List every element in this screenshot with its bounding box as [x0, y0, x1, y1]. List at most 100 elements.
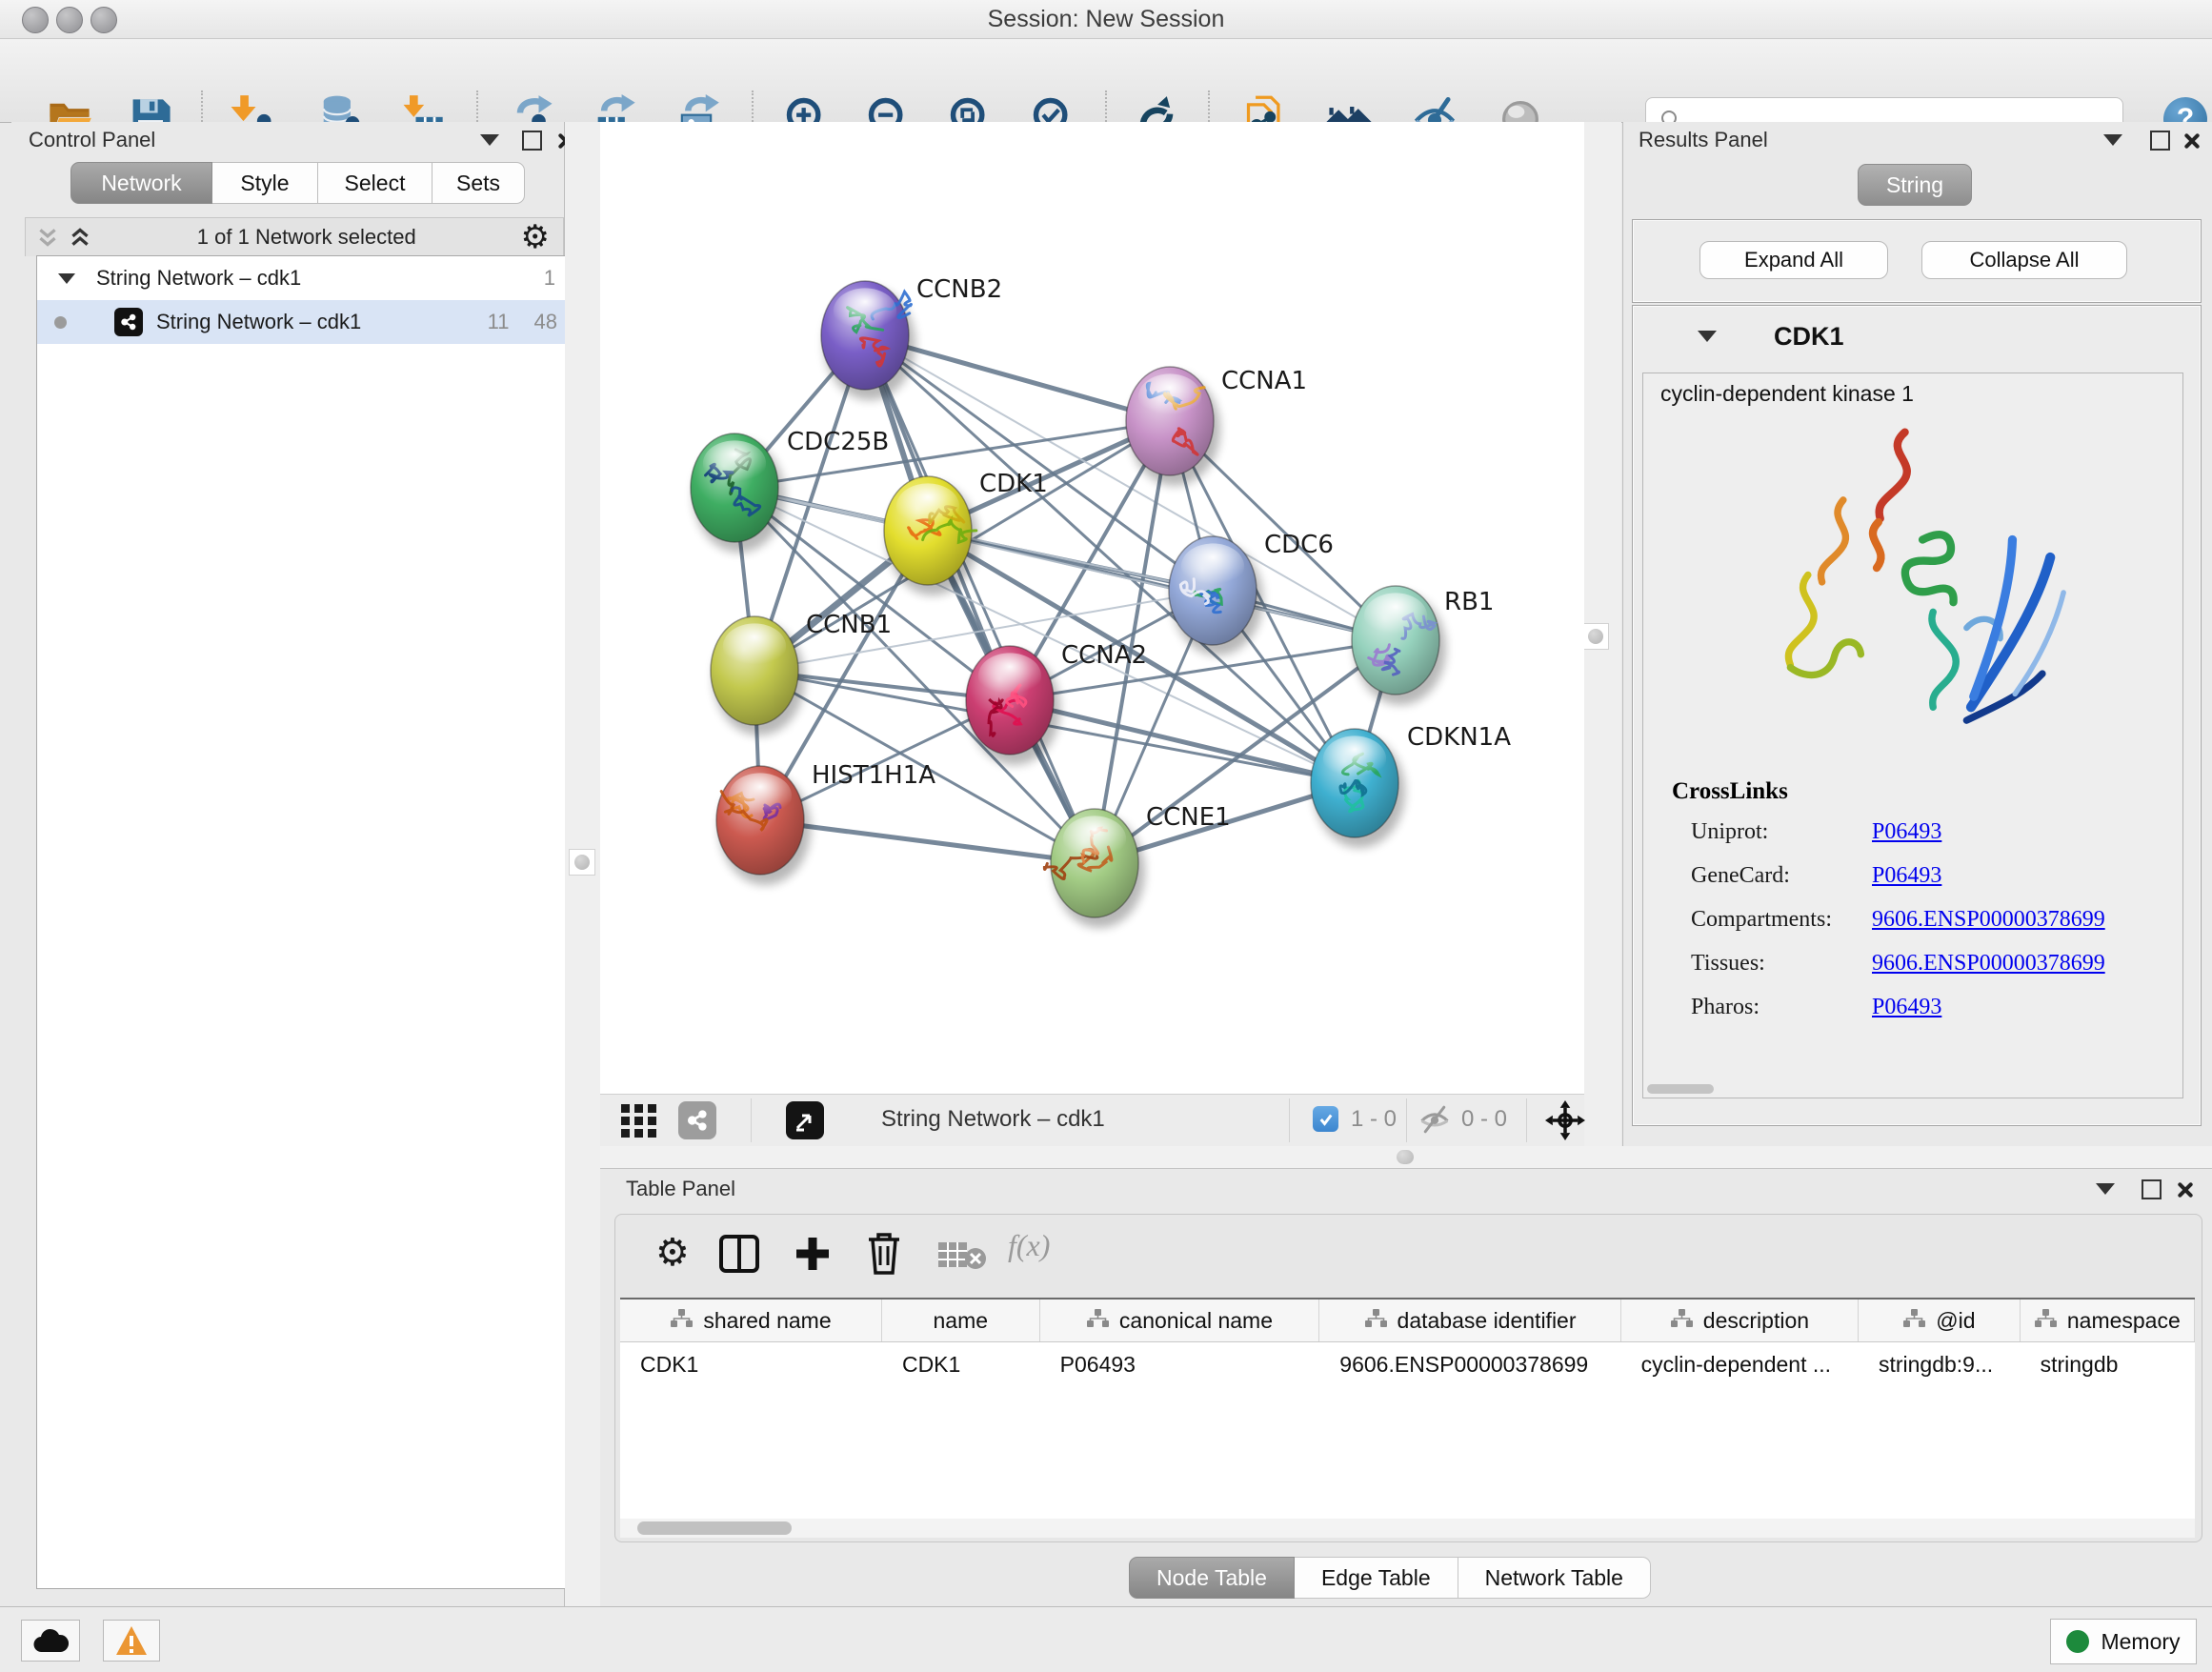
tab-style[interactable]: Style — [212, 162, 318, 204]
table-cell: CDK1 — [620, 1342, 882, 1386]
pan-crosshair-icon[interactable] — [1545, 1100, 1585, 1145]
control-panel-float-icon[interactable] — [522, 131, 542, 151]
column-header-database-identifier[interactable]: database identifier — [1319, 1299, 1620, 1341]
tab-string[interactable]: String — [1858, 164, 1972, 206]
column-header-shared-name[interactable]: shared name — [620, 1299, 882, 1341]
cloud-status-button[interactable] — [21, 1620, 80, 1662]
status-bar: Memory — [0, 1606, 2212, 1672]
table-row[interactable]: CDK1CDK1P064939606.ENSP00000378699cyclin… — [620, 1342, 2195, 1386]
network-node[interactable] — [1352, 586, 1446, 705]
hidden-elements-icon[interactable] — [1418, 1105, 1452, 1138]
table-panel-float-icon[interactable] — [2142, 1179, 2162, 1199]
column-header-name[interactable]: name — [882, 1299, 1040, 1341]
crosslink-link[interactable]: 9606.ENSP00000378699 — [1872, 907, 2105, 933]
network-node[interactable] — [711, 616, 805, 735]
network-collection-row[interactable]: String Network – cdk1 1 — [37, 256, 573, 300]
crosslink-link[interactable]: P06493 — [1872, 819, 1941, 845]
crosslink-label: Pharos: — [1691, 995, 1760, 1019]
crosslink-label: Tissues: — [1691, 951, 1765, 976]
table-panel-menu-icon[interactable] — [2096, 1183, 2115, 1195]
warning-icon — [115, 1625, 148, 1656]
protein-structure-image — [1686, 416, 2115, 769]
tab-network[interactable]: Network — [70, 162, 212, 204]
left-splitter-handle[interactable] — [569, 849, 595, 876]
memory-button[interactable]: Memory — [2050, 1619, 2197, 1664]
horizontal-splitter-handle[interactable] — [1397, 1150, 1414, 1164]
table-cell: P06493 — [1040, 1342, 1320, 1386]
tab-network-table[interactable]: Network Table — [1458, 1557, 1651, 1599]
node-table: shared namename canonical name database id… — [620, 1298, 2195, 1519]
collection-expand-icon[interactable] — [58, 273, 75, 284]
network-node[interactable] — [1311, 729, 1405, 848]
network-node[interactable] — [821, 281, 915, 400]
table-panel: Table Panel ⚙ f(x) shared namenamecanoni… — [600, 1168, 2212, 1607]
network-options-gear-icon[interactable]: ⚙ — [521, 221, 550, 253]
create-column-icon[interactable] — [793, 1234, 833, 1274]
crosslink-link[interactable]: P06493 — [1872, 995, 1941, 1020]
column-header-label: canonical name — [1119, 1308, 1273, 1334]
network-row-selected[interactable]: String Network – cdk1 11 48 — [37, 300, 573, 344]
collapse-all-button[interactable]: Collapse All — [1921, 241, 2127, 279]
results-panel-close-icon[interactable] — [2182, 132, 2200, 150]
results-buttons-box: Expand All Collapse All — [1632, 219, 2202, 303]
toolbar-separator — [1406, 1098, 1407, 1142]
node-label: CDC6 — [1264, 531, 1334, 559]
expand-all-icon[interactable] — [68, 225, 92, 250]
network-node[interactable] — [691, 433, 785, 553]
toolbar-separator — [1526, 1098, 1527, 1142]
crosslinks-scrollbar-thumb[interactable] — [1647, 1084, 1714, 1094]
results-panel: Results Panel String Expand All Collapse… — [1622, 122, 2212, 1146]
tab-select[interactable]: Select — [318, 162, 432, 204]
column-header-label: namespace — [2067, 1308, 2181, 1334]
node-selection-checkbox[interactable] — [1313, 1106, 1338, 1132]
gene-section-header[interactable]: CDK1 — [1633, 306, 2201, 367]
string-network-icon — [114, 308, 143, 336]
column-header--id[interactable]: @id — [1859, 1299, 2021, 1341]
network-node[interactable] — [884, 476, 978, 595]
control-panel-menu-icon[interactable] — [480, 134, 499, 146]
toolbar-separator — [751, 1098, 752, 1142]
column-header-namespace[interactable]: namespace — [2021, 1299, 2195, 1341]
node-label: CDC25B — [787, 428, 889, 456]
tab-edge-table[interactable]: Edge Table — [1295, 1557, 1458, 1599]
network-selection-bar: 1 of 1 Network selected ⚙ — [25, 217, 564, 256]
function-builder-icon[interactable]: f(x) — [1008, 1228, 1050, 1263]
node-label: CDKN1A — [1407, 723, 1511, 752]
table-cell: cyclin-dependent ... — [1621, 1342, 1859, 1386]
crosslinks-title: CrossLinks — [1672, 778, 1788, 805]
table-options-gear-icon[interactable]: ⚙ — [655, 1234, 690, 1272]
table-hscrollbar[interactable] — [620, 1519, 2195, 1538]
crosslink-link[interactable]: 9606.ENSP00000378699 — [1872, 951, 2105, 977]
warning-status-button[interactable] — [103, 1620, 160, 1662]
column-header-description[interactable]: description — [1621, 1299, 1859, 1341]
collapse-all-icon[interactable] — [35, 225, 60, 250]
tab-sets[interactable]: Sets — [432, 162, 525, 204]
crosslink-link[interactable]: P06493 — [1872, 863, 1941, 889]
network-node[interactable] — [716, 766, 811, 885]
birds-eye-view-icon[interactable] — [786, 1101, 824, 1139]
delete-column-icon[interactable] — [865, 1232, 903, 1276]
string-network-badge-icon[interactable] — [678, 1101, 716, 1139]
grid-view-icon[interactable] — [620, 1103, 658, 1142]
node-label: RB1 — [1444, 588, 1494, 616]
results-panel-float-icon[interactable] — [2150, 131, 2170, 151]
gene-collapse-icon[interactable] — [1698, 331, 1717, 342]
network-node[interactable] — [1169, 536, 1263, 655]
tab-node-table[interactable]: Node Table — [1129, 1557, 1295, 1599]
title-bar: Session: New Session — [0, 0, 2212, 39]
window-title: Session: New Session — [0, 6, 2212, 33]
results-panel-menu-icon[interactable] — [2103, 134, 2122, 146]
table-hscrollbar-thumb[interactable] — [637, 1521, 792, 1535]
column-header-label: description — [1703, 1308, 1809, 1334]
network-node[interactable] — [966, 646, 1060, 765]
expand-all-button[interactable]: Expand All — [1699, 241, 1888, 279]
right-splitter-handle[interactable] — [1582, 623, 1609, 650]
network-node[interactable] — [1126, 367, 1220, 486]
network-canvas-svg[interactable]: CCNB2CCNA1CDC25BCDK1CDC6RB1CCNB1CCNA2CDK… — [600, 122, 1584, 1094]
show-columns-icon[interactable] — [718, 1234, 760, 1274]
delete-table-icon[interactable] — [937, 1239, 987, 1270]
crosslink-row: Pharos: P06493 — [1691, 995, 2167, 1038]
table-panel-close-icon[interactable] — [2176, 1181, 2193, 1199]
crosslink-label: Uniprot: — [1691, 819, 1768, 844]
column-header-canonical-name[interactable]: canonical name — [1040, 1299, 1320, 1341]
